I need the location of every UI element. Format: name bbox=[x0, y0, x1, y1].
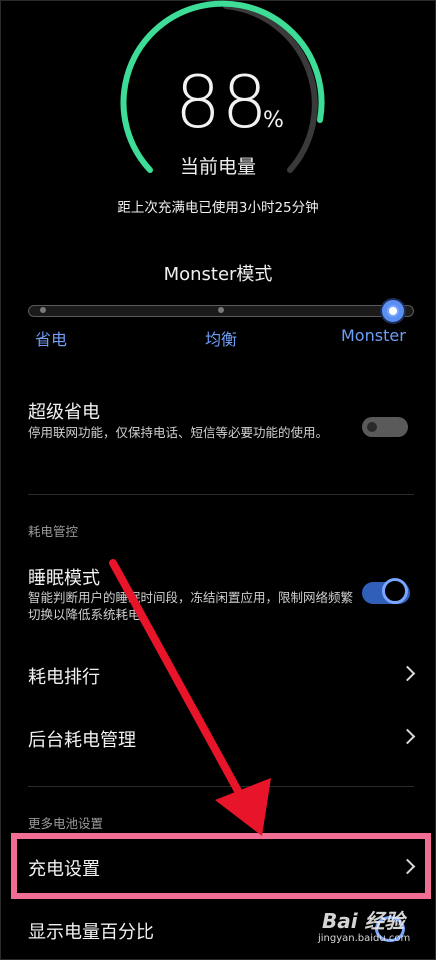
power-mode-option-save[interactable]: 省电 bbox=[35, 326, 67, 350]
sleep-mode-toggle[interactable] bbox=[362, 578, 410, 604]
chevron-right-icon bbox=[399, 728, 416, 745]
slider-stop-dot bbox=[40, 307, 46, 313]
watermark-site: jingyan.baidu.com bbox=[318, 933, 411, 944]
battery-percent-sign: % bbox=[263, 108, 284, 133]
battery-current-label: 当前电量 bbox=[179, 156, 256, 178]
super-save-toggle[interactable] bbox=[362, 417, 408, 437]
battery-percent-value: 88 bbox=[175, 60, 269, 144]
slider-stop-dot bbox=[218, 307, 224, 313]
battery-gauge: 88 % 当前电量 bbox=[0, 0, 436, 190]
usage-since-full-charge: 距上次充满电已使用3小时25分钟 bbox=[117, 200, 319, 216]
chevron-right-icon bbox=[399, 858, 416, 875]
power-mode-option-monster[interactable]: Monster bbox=[341, 326, 406, 345]
charging-settings-item[interactable]: 充电设置 bbox=[28, 855, 100, 881]
section-header-more-battery: 更多电池设置 bbox=[28, 816, 104, 831]
power-mode-option-balanced[interactable]: 均衡 bbox=[205, 326, 237, 350]
super-save-title: 超级省电 bbox=[28, 402, 100, 423]
power-ranking-item[interactable]: 耗电排行 bbox=[28, 663, 100, 689]
sleep-mode-title: 睡眠模式 bbox=[28, 568, 100, 589]
background-power-item[interactable]: 后台耗电管理 bbox=[28, 726, 136, 752]
chevron-right-icon bbox=[399, 665, 416, 682]
power-mode-title: Monster模式 bbox=[163, 264, 273, 285]
watermark-brand: Bai 经验 bbox=[322, 909, 405, 933]
show-battery-percent-item[interactable]: 显示电量百分比 bbox=[28, 918, 154, 944]
section-header-power-control: 耗电管控 bbox=[28, 524, 79, 539]
divider bbox=[28, 494, 414, 495]
power-mode-slider-knob[interactable] bbox=[382, 300, 404, 322]
divider bbox=[28, 786, 414, 787]
watermark: Bai 经验 jingyan.baidu.com bbox=[318, 905, 410, 944]
sleep-mode-description: 智能判断用户的睡眠时间段，冻结闲置应用，限制网络频繁切换以降低系统耗电。 bbox=[28, 590, 354, 622]
super-save-description: 停用联网功能，仅保持电话、短信等必要功能的使用。 bbox=[28, 425, 329, 440]
